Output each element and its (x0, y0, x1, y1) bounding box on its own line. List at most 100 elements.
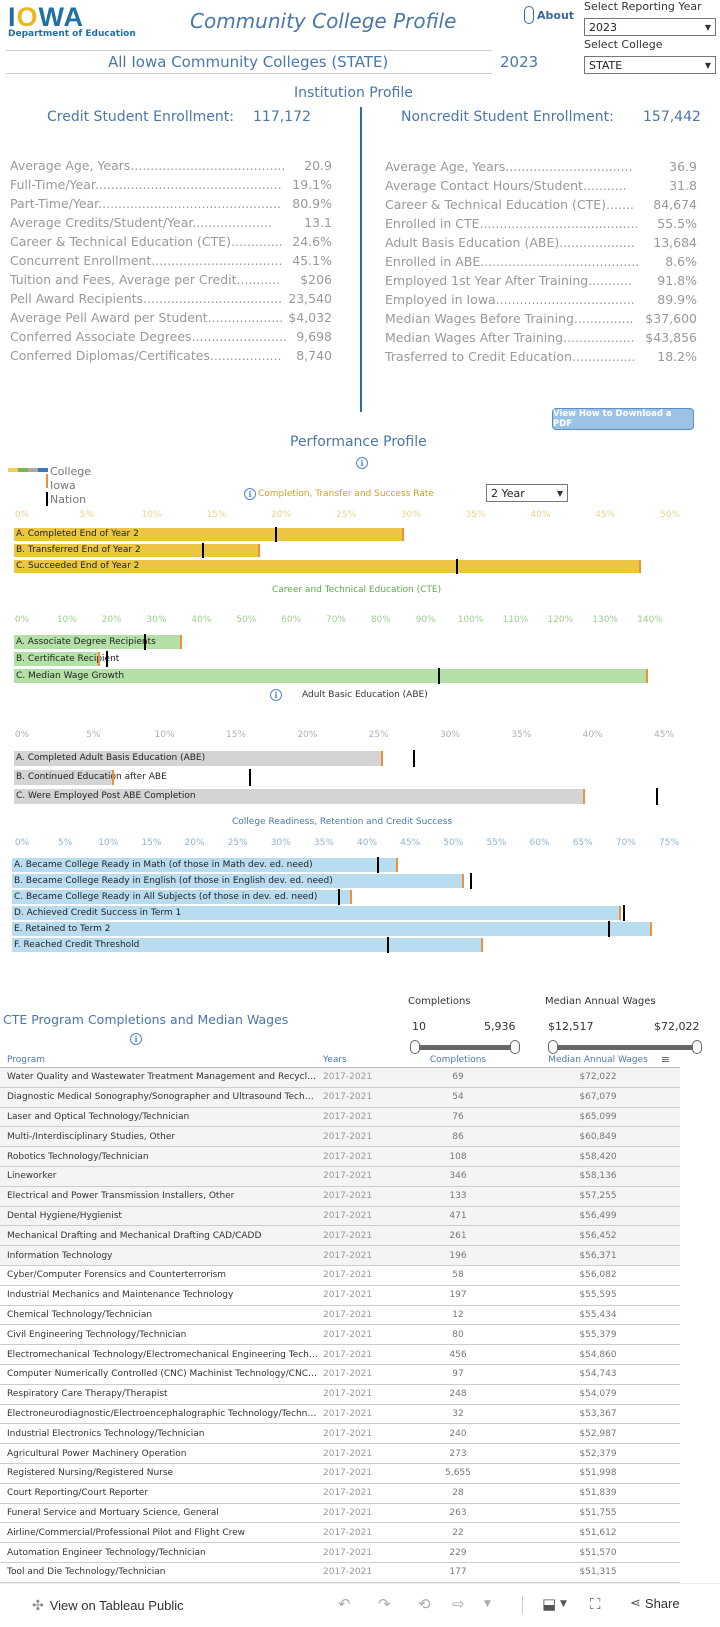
legend-color-swatch (38, 468, 48, 472)
download-menu-arrow-icon[interactable]: ▼ (560, 1599, 567, 1609)
table-row[interactable]: Information Technology 2017-2021 196 $56,37… (0, 1246, 680, 1266)
column-header-wages[interactable]: Median Annual Wages ≡ (518, 1053, 678, 1066)
college-select[interactable]: STATE ▼ (584, 56, 716, 74)
info-icon[interactable]: i (130, 1033, 142, 1045)
refresh-icon[interactable]: ⇨ (452, 1595, 465, 1613)
completions-cell: 97 (452, 1369, 464, 1380)
nation-marker[interactable] (144, 634, 147, 650)
about-button[interactable]: About (524, 6, 574, 24)
wages-slider[interactable] (548, 1040, 702, 1054)
table-row[interactable]: Electromechanical Technology/Electromech… (0, 1345, 680, 1365)
period-select[interactable]: 2 Year ▼ (486, 484, 568, 502)
table-row[interactable]: Industrial Mechanics and Maintenance Tec… (0, 1286, 680, 1306)
nation-marker[interactable] (106, 651, 109, 667)
table-row[interactable]: Funeral Service and Mortuary Science, Ge… (0, 1504, 680, 1524)
download-pdf-button[interactable]: View How to Download a PDF (552, 408, 694, 430)
axis-tick-label: 50% (443, 838, 464, 848)
chart-title: Adult Basic Education (ABE) (302, 690, 428, 700)
axis-tick-label: 5% (57, 838, 73, 848)
table-row[interactable]: Diagnostic Medical Sonography/Sonographe… (0, 1087, 680, 1108)
table-row[interactable]: Automation Engineer Technology/Technicia… (0, 1543, 680, 1563)
table-row[interactable]: Registered Nursing/Registered Nurse 2017-… (0, 1464, 680, 1484)
table-row[interactable]: Electrical and Power Transmission Instal… (0, 1186, 680, 1207)
table-row[interactable]: Computer Numerically Controlled (CNC) Ma… (0, 1365, 680, 1385)
nation-marker[interactable] (202, 543, 205, 558)
table-row[interactable]: Water Quality and Wastewater Treatment M… (0, 1068, 680, 1088)
redo-icon[interactable]: ↷ (378, 1595, 391, 1613)
axis-tick-label: 60% (281, 615, 302, 625)
stat-label: Conferred Diplomas/Certificates.........… (10, 348, 282, 363)
wages-filter-label: Median Annual Wages (545, 996, 656, 1007)
nation-marker[interactable] (622, 905, 625, 921)
table-row[interactable]: Electroneurodiagnostic/Electroencephalog… (0, 1405, 680, 1425)
years-cell: 2017-2021 (323, 1131, 373, 1142)
iowa-marker[interactable] (258, 544, 261, 557)
undo-icon[interactable]: ↶ (338, 1595, 351, 1613)
table-row[interactable]: Civil Engineering Technology/Technician 2… (0, 1325, 680, 1346)
table-row[interactable]: Court Reporting/Court Reporter 2017-2021 2… (0, 1484, 680, 1504)
nation-marker[interactable] (377, 857, 379, 873)
column-header-years[interactable]: Years (318, 1055, 398, 1065)
nation-marker[interactable] (456, 559, 459, 574)
nation-marker[interactable] (608, 921, 611, 937)
nation-marker[interactable] (338, 889, 341, 905)
iowa-marker[interactable] (380, 751, 383, 766)
table-row[interactable]: Chemical Technology/Technician 2017-2021 1… (0, 1306, 680, 1326)
column-header-completions[interactable]: Completions (398, 1055, 518, 1065)
column-header-program[interactable]: Program (0, 1055, 318, 1065)
nation-marker[interactable] (275, 527, 278, 542)
table-row[interactable]: Tool and Die Technology/Technician 2017-2… (0, 1563, 680, 1583)
stat-label: Average Contact Hours/Student........... (385, 178, 627, 193)
reporting-year-select[interactable]: 2023 ▼ (584, 18, 716, 36)
table-row[interactable]: Lineworker 2017-2021 346 $58,136 (0, 1166, 680, 1187)
nation-marker[interactable] (387, 937, 390, 953)
iowa-marker[interactable] (583, 789, 586, 804)
nation-marker[interactable] (413, 750, 416, 767)
table-row[interactable]: Industrial Electronics Technology/Techni… (0, 1424, 680, 1445)
iowa-marker[interactable] (180, 635, 183, 649)
info-icon[interactable]: i (244, 488, 256, 500)
nation-marker[interactable] (470, 873, 473, 889)
iowa-marker[interactable] (395, 858, 398, 872)
iowa-marker[interactable] (402, 528, 405, 541)
iowa-marker[interactable] (618, 906, 621, 920)
download-icon[interactable]: ⬓ (542, 1595, 556, 1613)
dropdown-arrow-icon: ▼ (704, 60, 711, 70)
wage-cell: $54,860 (579, 1349, 617, 1360)
nation-marker[interactable] (655, 788, 658, 805)
revert-icon[interactable]: ⟲ (418, 1595, 431, 1613)
iowa-marker[interactable] (98, 652, 101, 666)
share-button[interactable]: ⋖ Share (630, 1595, 680, 1611)
table-row[interactable]: Cyber/Computer Forensics and Counterterr… (0, 1266, 680, 1286)
fullscreen-icon[interactable]: ⛶ (590, 1595, 601, 1613)
nation-marker[interactable] (249, 769, 252, 786)
iowa-marker[interactable] (639, 560, 642, 573)
stat-value: 8,740 (296, 348, 332, 363)
iowa-marker[interactable] (645, 669, 648, 683)
iowa-marker[interactable] (650, 922, 653, 936)
info-icon[interactable]: i (270, 689, 282, 701)
table-row[interactable]: Robotics Technology/Technician 2017-2021 1… (0, 1147, 680, 1167)
nation-marker[interactable] (438, 668, 441, 684)
completions-slider[interactable] (410, 1040, 520, 1054)
completions-cell: 22 (452, 1527, 464, 1538)
view-on-tableau-link[interactable]: ✣ View on Tableau Public (32, 1597, 184, 1614)
sort-icon[interactable]: ≡ (661, 1053, 670, 1066)
table-row[interactable]: Multi-/Interdisciplinary Studies, Other 2… (0, 1127, 680, 1148)
stat-row: Tuition and Fees, Average per Credit....… (10, 270, 332, 289)
table-row[interactable]: Respiratory Care Therapy/Therapist 2017-2… (0, 1385, 680, 1405)
axis-tick-label: 20% (297, 730, 318, 740)
axis-tick-label: 0% (14, 615, 30, 625)
info-icon[interactable]: i (356, 457, 368, 469)
table-row[interactable]: Mechanical Drafting and Mechanical Draft… (0, 1226, 680, 1247)
slider-handle-max[interactable] (692, 1040, 702, 1054)
refresh-menu-arrow-icon[interactable]: ▼ (484, 1599, 491, 1609)
iowa-marker[interactable] (461, 874, 464, 888)
table-row[interactable]: Laser and Optical Technology/Technician 2… (0, 1107, 680, 1128)
iowa-marker[interactable] (350, 890, 353, 904)
iowa-marker[interactable] (112, 770, 115, 785)
table-row[interactable]: Agricultural Power Machinery Operation 20… (0, 1444, 680, 1464)
table-row[interactable]: Dental Hygiene/Hygienist 2017-2021 471 $56,… (0, 1206, 680, 1227)
iowa-marker[interactable] (481, 938, 484, 952)
table-row[interactable]: Airline/Commercial/Professional Pilot an… (0, 1523, 680, 1544)
